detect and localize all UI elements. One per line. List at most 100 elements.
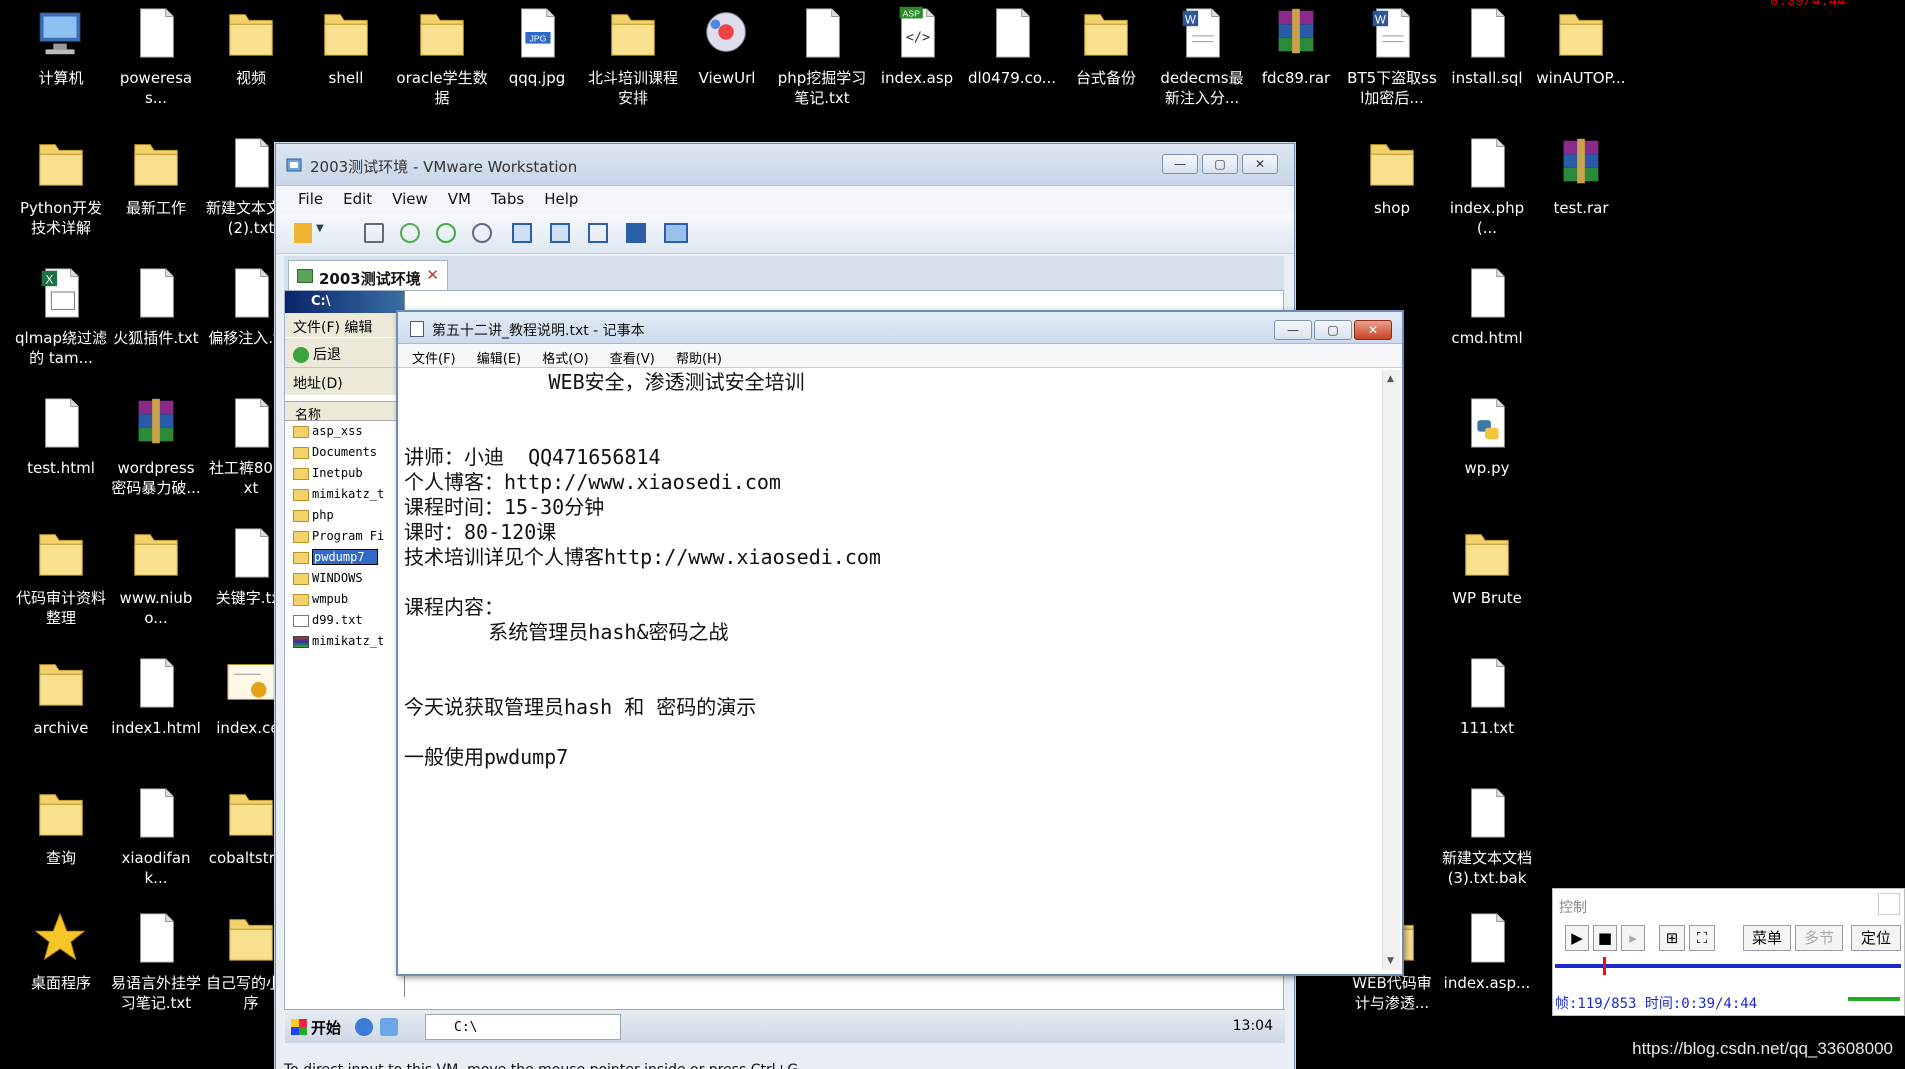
- fullscreen-icon[interactable]: ⛶: [1689, 925, 1715, 951]
- desktop-icon[interactable]: Xqlmap绕过滤的 tam...: [15, 262, 107, 368]
- desktop-icon[interactable]: archive: [15, 652, 107, 738]
- desktop-icon[interactable]: oracle学生数据: [396, 2, 488, 108]
- desktop-icon[interactable]: wp.py: [1441, 392, 1533, 478]
- explorer-menu[interactable]: 文件(F) 编辑: [285, 313, 404, 337]
- desktop-icon[interactable]: index.asp...: [1441, 907, 1533, 993]
- desktop-icon[interactable]: cmd.html: [1441, 262, 1533, 348]
- menu-edit[interactable]: Edit: [333, 186, 382, 214]
- desktop-icon[interactable]: www.niubo...: [110, 522, 202, 628]
- notepad-maximize-button[interactable]: ▢: [1314, 320, 1352, 340]
- desktop-icon[interactable]: php挖掘学习笔记.txt: [776, 2, 868, 108]
- desktop-icon[interactable]: Python开发技术详解: [15, 132, 107, 238]
- menu-button[interactable]: 菜单: [1743, 925, 1791, 951]
- list-item[interactable]: asp_xss: [285, 421, 404, 442]
- list-item[interactable]: php: [285, 505, 404, 526]
- desktop-icon[interactable]: 桌面程序: [15, 907, 107, 993]
- desktop-icon[interactable]: test.rar: [1535, 132, 1627, 218]
- chevron-down-icon[interactable]: ▼: [316, 223, 336, 243]
- desktop-icon[interactable]: 北斗培训课程安排: [587, 2, 679, 108]
- list-item[interactable]: Program Fi: [285, 526, 404, 547]
- list-item[interactable]: wmpub: [285, 589, 404, 610]
- ie-icon[interactable]: [355, 1018, 373, 1036]
- console-view-icon[interactable]: [550, 223, 570, 243]
- list-item[interactable]: Documents: [285, 442, 404, 463]
- desktop-icon[interactable]: install.sql: [1441, 2, 1533, 88]
- pause-icon[interactable]: [294, 223, 312, 243]
- desktop-icon[interactable]: ViewUrl: [681, 2, 773, 88]
- back-button[interactable]: 后退: [285, 337, 404, 367]
- desktop-icon[interactable]: test.html: [15, 392, 107, 478]
- fit-window-icon[interactable]: ⊞: [1659, 925, 1685, 951]
- play-icon[interactable]: ▶: [1565, 925, 1589, 951]
- full-screen-icon[interactable]: [588, 223, 608, 243]
- notepad-text-area[interactable]: WEB安全，渗透测试安全培训 讲师：小迪 QQ471656814 个人博客：http…: [404, 370, 1382, 970]
- menu-help[interactable]: 帮助(H): [676, 352, 722, 367]
- menu-format[interactable]: 格式(O): [542, 352, 588, 367]
- desktop-icon[interactable]: 计算机: [15, 2, 107, 88]
- scroll-down-icon[interactable]: ▼: [1387, 956, 1394, 966]
- desktop-icon[interactable]: shop: [1346, 132, 1438, 218]
- close-icon[interactable]: ✕: [426, 266, 439, 284]
- list-item[interactable]: d99.txt: [285, 610, 404, 631]
- desktop-icon[interactable]: 代码审计资料整理: [15, 522, 107, 628]
- tab-2003-vm[interactable]: 2003测试环境 ✕: [288, 260, 448, 290]
- progress-track[interactable]: [1555, 964, 1901, 968]
- desktop-icon[interactable]: shell: [300, 2, 392, 88]
- send-ctrl-alt-del-icon[interactable]: [364, 223, 384, 243]
- menu-view[interactable]: View: [382, 186, 438, 214]
- desktop-icon[interactable]: 台式备份: [1060, 2, 1152, 88]
- desktop-icon[interactable]: dl0479.co...: [966, 2, 1058, 88]
- stretch-guest-icon[interactable]: [664, 223, 688, 243]
- scroll-up-icon[interactable]: ▲: [1387, 374, 1394, 384]
- menu-help[interactable]: Help: [534, 186, 588, 214]
- desktop-icon[interactable]: 火狐插件.txt: [110, 262, 202, 348]
- taskbar-window-button[interactable]: C:\: [425, 1014, 621, 1040]
- vmware-maximize-button[interactable]: ▢: [1202, 154, 1238, 174]
- vmware-minimize-button[interactable]: —: [1162, 154, 1198, 174]
- list-item[interactable]: Inetpub: [285, 463, 404, 484]
- desktop-icon[interactable]: index1.html: [110, 652, 202, 738]
- desktop-icon[interactable]: 查询: [15, 782, 107, 868]
- desktop-icon[interactable]: 最新工作: [110, 132, 202, 218]
- notepad-minimize-button[interactable]: —: [1274, 320, 1312, 340]
- unity-icon[interactable]: [626, 223, 646, 243]
- vertical-scrollbar[interactable]: ▲ ▼: [1382, 370, 1400, 970]
- desktop-icon[interactable]: 易语言外挂学习笔记.txt: [110, 907, 202, 1013]
- desktop-icon[interactable]: W BT5下盗取ssl加密后...: [1346, 2, 1438, 108]
- menu-vm[interactable]: VM: [438, 186, 481, 214]
- desktop-icon[interactable]: fdc89.rar: [1250, 2, 1342, 88]
- notepad-close-button[interactable]: ✕: [1354, 320, 1392, 340]
- desktop-icon[interactable]: wordpress密码暴力破...: [110, 392, 202, 498]
- list-item[interactable]: WINDOWS: [285, 568, 404, 589]
- address-bar-label[interactable]: 地址(D): [285, 367, 404, 395]
- desktop-icon[interactable]: WP Brute: [1441, 522, 1533, 608]
- vmware-close-button[interactable]: ✕: [1242, 154, 1278, 174]
- start-button[interactable]: 开始: [289, 1014, 349, 1040]
- snapshot-manager-icon[interactable]: [472, 223, 492, 243]
- next-icon[interactable]: ▸: [1621, 925, 1645, 951]
- panel-close-icon[interactable]: [1878, 893, 1900, 915]
- desktop-icon[interactable]: 新建文本文档(3).txt.bak: [1441, 782, 1533, 888]
- desktop-icon[interactable]: poweresas...: [110, 2, 202, 108]
- snapshot-icon[interactable]: [400, 223, 420, 243]
- volume-slider[interactable]: [1848, 997, 1900, 1001]
- desktop-icon[interactable]: ASP </> index.asp: [871, 2, 963, 88]
- sidebar-icon[interactable]: [512, 223, 532, 243]
- desktop-icon[interactable]: index.php(...: [1441, 132, 1533, 238]
- menu-file[interactable]: File: [288, 186, 333, 214]
- desktop-icon[interactable]: xiaodifank...: [110, 782, 202, 888]
- menu-tabs[interactable]: Tabs: [481, 186, 534, 214]
- menu-view[interactable]: 查看(V): [610, 352, 655, 367]
- multi-section-button[interactable]: 多节: [1795, 925, 1843, 951]
- progress-handle[interactable]: [1603, 957, 1607, 975]
- stop-icon[interactable]: ■: [1593, 925, 1617, 951]
- list-item[interactable]: mimikatz_t: [285, 631, 404, 652]
- revert-snapshot-icon[interactable]: [436, 223, 456, 243]
- list-item-selected[interactable]: pwdump7: [285, 547, 404, 568]
- locate-button[interactable]: 定位: [1851, 925, 1901, 951]
- list-item[interactable]: mimikatz_t: [285, 484, 404, 505]
- menu-edit[interactable]: 编辑(E): [477, 352, 521, 367]
- desktop-icon[interactable]: Wdedecms最新注入分...: [1156, 2, 1248, 108]
- menu-file[interactable]: 文件(F): [412, 352, 456, 367]
- desktop-icon[interactable]: JPG qqq.jpg: [491, 2, 583, 88]
